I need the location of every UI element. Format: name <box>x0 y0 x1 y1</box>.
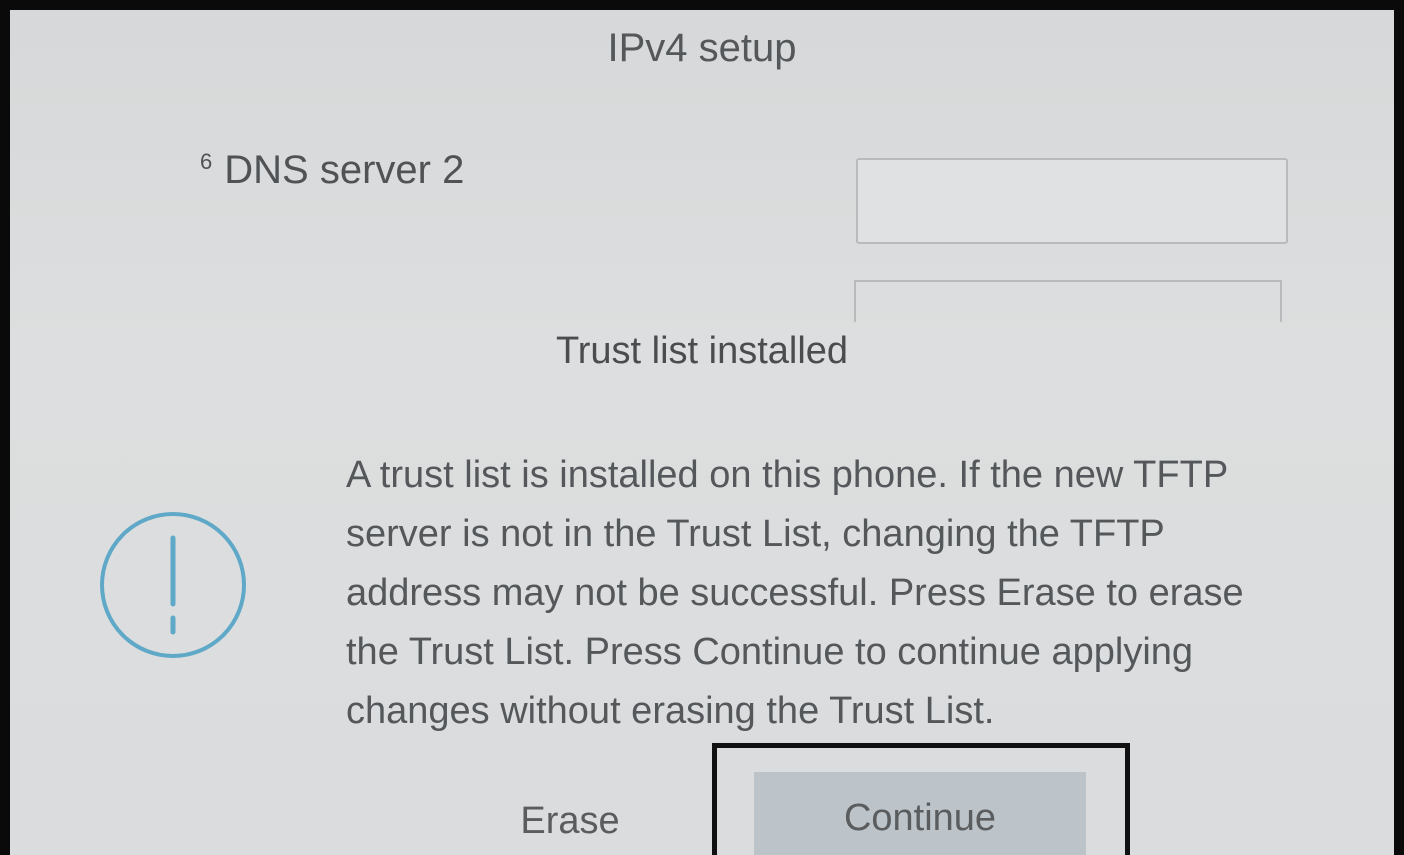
dialog-message-line: address may not be successful. Press Era… <box>346 572 1244 614</box>
dialog-message-line: the Trust List. Press Continue to contin… <box>346 631 1194 673</box>
erase-button[interactable]: Erase <box>480 800 660 855</box>
phone-screen: IPv4 setup 6 DNS server 2 Trust list inst… <box>10 10 1394 855</box>
continue-button[interactable]: Continue <box>754 772 1086 855</box>
dns-server-2-label: 6 DNS server 2 <box>200 148 464 193</box>
next-field-input[interactable] <box>854 280 1282 322</box>
page-title: IPv4 setup <box>607 26 797 70</box>
dialog-message: A trust list is installed on this phone.… <box>346 446 1356 741</box>
field-index: 6 <box>200 149 213 174</box>
dialog-message-line: A trust list is installed on this phone.… <box>346 454 1229 496</box>
field-label-text: DNS server 2 <box>224 148 465 192</box>
dialog-title: Trust list installed <box>555 330 849 372</box>
dialog-message-line: server is not in the Trust List, changin… <box>346 513 1165 555</box>
dialog-message-line: changes without erasing the Trust List. <box>346 690 995 732</box>
dns-server-2-input[interactable] <box>856 158 1288 244</box>
exclamation-circle-icon <box>100 512 246 658</box>
